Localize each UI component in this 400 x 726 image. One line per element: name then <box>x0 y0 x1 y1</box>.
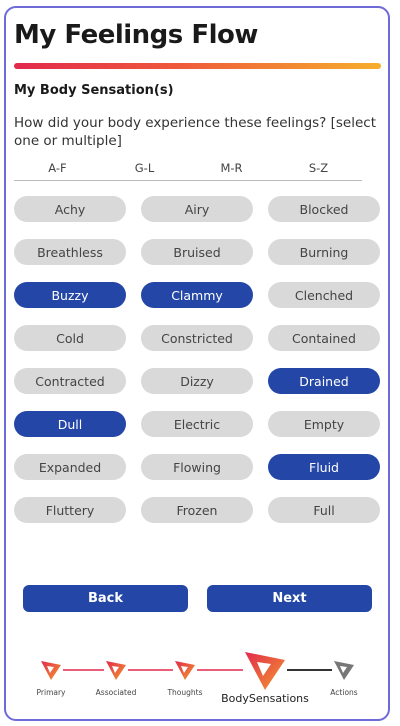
sensation-chip[interactable]: Full <box>268 497 380 523</box>
title-gradient-bar <box>14 63 381 69</box>
sensation-chip[interactable]: Contained <box>268 325 380 351</box>
arrow-triangle-icon[interactable] <box>334 661 354 680</box>
sensation-chip[interactable]: Dull <box>14 411 126 437</box>
sensation-chip[interactable]: Fluttery <box>14 497 126 523</box>
step-label: BodySensations <box>221 692 309 705</box>
back-button[interactable]: Back <box>23 585 188 612</box>
sensation-chip[interactable]: Expanded <box>14 454 126 480</box>
step-label: Associated <box>95 688 137 697</box>
sensation-chip[interactable]: Contracted <box>14 368 126 394</box>
sensation-chip[interactable]: Breathless <box>14 239 126 265</box>
sensation-chip[interactable]: Dizzy <box>141 368 253 394</box>
sensation-chip[interactable]: Empty <box>268 411 380 437</box>
sensation-chip[interactable]: Burning <box>268 239 380 265</box>
question-text: How did your body experience these feeli… <box>14 115 377 149</box>
sensation-chip[interactable]: Drained <box>268 368 380 394</box>
alphabet-tabs: A-F G-L M-R S-Z <box>14 158 362 181</box>
arrow-triangle-icon[interactable] <box>175 661 195 680</box>
sensation-chip[interactable]: Bruised <box>141 239 253 265</box>
arrow-triangle-icon[interactable] <box>106 661 126 680</box>
sensation-chip[interactable]: Achy <box>14 196 126 222</box>
tab-a-f[interactable]: A-F <box>14 158 101 180</box>
arrow-triangle-icon[interactable] <box>41 661 61 680</box>
next-button[interactable]: Next <box>207 585 372 612</box>
sensation-chip[interactable]: Flowing <box>141 454 253 480</box>
sensation-chip[interactable]: Buzzy <box>14 282 126 308</box>
sensation-chip[interactable]: Blocked <box>268 196 380 222</box>
sensation-chip[interactable]: Frozen <box>141 497 253 523</box>
sensation-chip[interactable]: Constricted <box>141 325 253 351</box>
section-label: My Body Sensation(s) <box>14 83 174 98</box>
tab-s-z[interactable]: S-Z <box>275 158 362 180</box>
progress-svg <box>41 652 354 690</box>
page-title: My Feelings Flow <box>14 20 258 50</box>
arrow-triangle-icon[interactable] <box>245 652 285 690</box>
sensation-chip[interactable]: Fluid <box>268 454 380 480</box>
flow-progress: Primary Associated Thoughts BodySensations A… <box>0 645 400 715</box>
step-label: Primary <box>36 688 66 697</box>
sensation-chip[interactable]: Clammy <box>141 282 253 308</box>
tab-m-r[interactable]: M-R <box>188 158 275 180</box>
sensation-chip[interactable]: Cold <box>14 325 126 351</box>
sensation-chip[interactable]: Airy <box>141 196 253 222</box>
sensation-chip[interactable]: Electric <box>141 411 253 437</box>
step-label: Thoughts <box>167 688 203 697</box>
tab-g-l[interactable]: G-L <box>101 158 188 180</box>
sensation-chip[interactable]: Clenched <box>268 282 380 308</box>
step-label: Actions <box>330 688 358 697</box>
